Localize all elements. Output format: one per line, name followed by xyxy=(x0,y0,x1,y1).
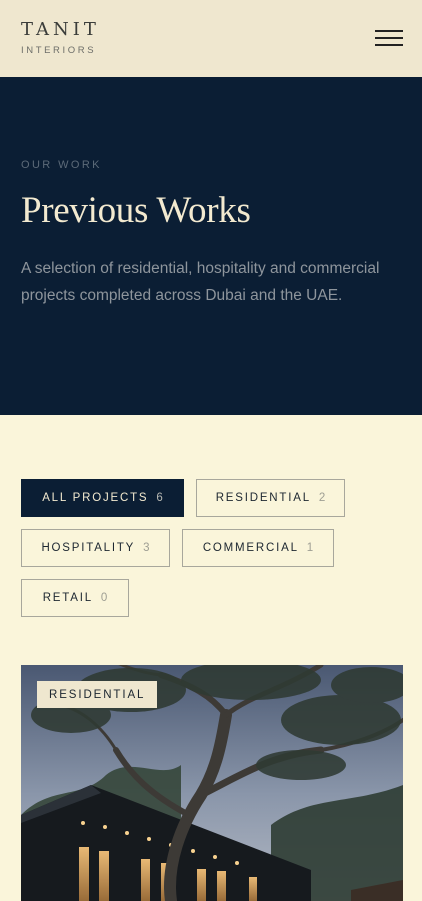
page-title: Previous Works xyxy=(21,190,251,231)
filter-label: RESIDENTIAL xyxy=(215,492,311,504)
hero-description: A selection of residential, hospitality … xyxy=(21,260,380,304)
filter-count: 6 xyxy=(156,492,163,504)
project-card[interactable]: RESIDENTIAL xyxy=(21,665,403,901)
filter-retail[interactable]: RETAIL 0 xyxy=(21,579,129,617)
brand-subtitle: INTERIORS xyxy=(21,45,97,56)
filter-label: COMMERCIAL xyxy=(202,542,299,554)
filter-count: 0 xyxy=(100,592,108,604)
filter-commercial[interactable]: COMMERCIAL 1 xyxy=(182,529,334,567)
project-category-tag: RESIDENTIAL xyxy=(37,681,158,708)
filter-count: 1 xyxy=(306,542,314,554)
brand-logo[interactable]: TANIT INTERIORS xyxy=(21,19,100,57)
hero-eyebrow: OUR WORK xyxy=(21,159,102,171)
filter-all-projects[interactable]: ALL PROJECTS 6 xyxy=(21,479,184,517)
filter-hospitality[interactable]: HOSPITALITY 3 xyxy=(21,529,170,567)
filter-residential[interactable]: RESIDENTIAL 2 xyxy=(196,479,345,517)
filter-count: 2 xyxy=(318,492,326,504)
filter-label: ALL PROJECTS xyxy=(42,492,149,504)
filter-count: 3 xyxy=(143,542,150,554)
filter-label: RETAIL xyxy=(42,592,93,604)
site-header: TANIT INTERIORS xyxy=(0,0,422,77)
hero-section: OUR WORK Previous Works A selection of r… xyxy=(0,77,422,415)
brand-name: TANIT xyxy=(21,19,100,40)
filter-label: HOSPITALITY xyxy=(41,542,136,554)
hamburger-menu-icon[interactable] xyxy=(372,28,404,48)
